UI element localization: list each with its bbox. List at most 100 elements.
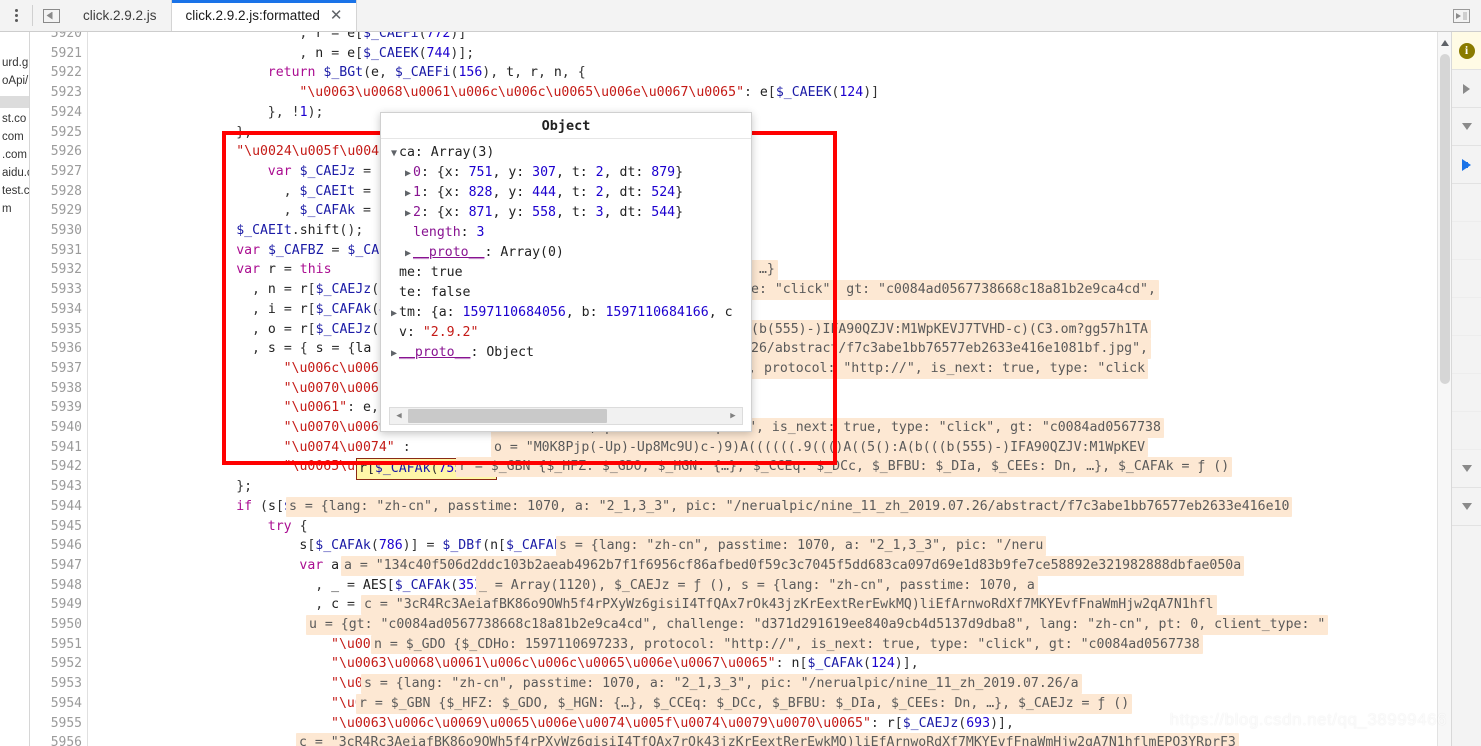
- scroll-up-icon[interactable]: [1441, 40, 1449, 46]
- line-code[interactable]: , s = { s = {la: [252, 339, 371, 359]
- line-code[interactable]: "\u0063\u006c\u0069\u0065\u006e\u0074\u0…: [331, 714, 1014, 734]
- line-number[interactable]: 5936: [30, 339, 82, 359]
- code-line[interactable]: 5947var a = r[$_CAFAk(704)]()a = "134c40…: [30, 555, 1451, 576]
- property-row[interactable]: 0: {x: 751, y: 307, t: 2, dt: 879}: [389, 163, 751, 183]
- line-number[interactable]: 5930: [30, 221, 82, 241]
- close-icon[interactable]: ✕: [330, 8, 343, 23]
- sidebar-item-collapse-2[interactable]: [1452, 488, 1481, 526]
- line-number[interactable]: 5947: [30, 556, 82, 576]
- more-options-kebab-icon[interactable]: [0, 0, 32, 31]
- sidebar-item-step-into[interactable]: [1452, 108, 1481, 146]
- line-code[interactable]: "\u0061": e, (: [284, 398, 395, 418]
- sidebar-item-domain[interactable]: test.c: [2, 182, 29, 200]
- code-line[interactable]: 5941 "\u0074\u0074" :o = "M0K8Pjp(-Up)-Up…: [30, 437, 1451, 458]
- line-number[interactable]: 5939: [30, 398, 82, 418]
- sidebar-item-domain[interactable]: com: [2, 128, 29, 146]
- tab-click-2-9-2-js[interactable]: click.2.9.2.js: [69, 0, 171, 31]
- sidebar-item-domain[interactable]: .com: [2, 146, 29, 164]
- popover-horizontal-scrollbar[interactable]: ◀ ▶: [389, 407, 743, 425]
- code-line[interactable]: 5952 "\u0063\u0068\u0061\u006c\u006c\u006…: [30, 654, 1451, 674]
- line-number[interactable]: 5928: [30, 182, 82, 202]
- line-code[interactable]: var $_CAFBZ = $_CAE: [236, 241, 387, 261]
- line-code[interactable]: "\u0074\u0074" :: [284, 438, 411, 458]
- scrollbar-track[interactable]: [408, 409, 724, 423]
- sidebar-item-domain[interactable]: aidu.c: [2, 164, 29, 182]
- chevron-right-icon[interactable]: [403, 244, 413, 264]
- line-number[interactable]: 5952: [30, 654, 82, 674]
- chevron-right-icon[interactable]: [389, 344, 399, 364]
- property-row[interactable]: te: false: [389, 283, 751, 303]
- property-row[interactable]: ca: Array(3): [389, 143, 751, 163]
- line-number[interactable]: 5935: [30, 320, 82, 340]
- chevron-right-icon[interactable]: [403, 204, 413, 224]
- sidebar-item-domain[interactable]: m: [2, 200, 29, 218]
- chevron-right-icon[interactable]: [403, 184, 413, 204]
- line-number[interactable]: 5929: [30, 201, 82, 221]
- line-number[interactable]: 5922: [30, 63, 82, 83]
- property-row[interactable]: __proto__: Array(0): [389, 243, 751, 263]
- line-number[interactable]: 5943: [30, 477, 82, 497]
- line-number[interactable]: 5921: [30, 44, 82, 64]
- sidebar-item-step-over[interactable]: [1452, 70, 1481, 108]
- chevron-right-icon[interactable]: [389, 304, 399, 324]
- code-line[interactable]: 5946s[$_CAFAk(786)] = $_DBf(n[$_CAFAk(17…: [30, 536, 1451, 556]
- line-code[interactable]: var r = this: [236, 260, 331, 280]
- property-row[interactable]: __proto__: Object: [389, 343, 751, 363]
- code-line[interactable]: 5923 "\u0063\u0068\u0061\u006c\u006c\u006…: [30, 83, 1451, 103]
- code-line[interactable]: 5943};: [30, 477, 1451, 497]
- property-row[interactable]: 2: {x: 871, y: 558, t: 3, dt: 544}: [389, 203, 751, 223]
- code-line[interactable]: 5951"\u0067\u0074": n[$_CAFAk(174)],n = …: [30, 634, 1451, 655]
- code-line[interactable]: 5948, _ = AES[$_CAFAk(353)](gjson[$_CAEJ…: [30, 575, 1451, 596]
- property-row[interactable]: v: "2.9.2": [389, 323, 751, 343]
- line-number[interactable]: 5953: [30, 674, 82, 694]
- code-line[interactable]: 5942"\u0065\u0070":r[$_CAFAk(755)]()r = …: [30, 457, 1451, 481]
- line-number[interactable]: 5933: [30, 280, 82, 300]
- line-number[interactable]: 5942: [30, 457, 82, 477]
- tab-click-2-9-2-js-formatted[interactable]: click.2.9.2.js:formatted ✕: [170, 0, 358, 31]
- line-code[interactable]: , n = e[$_CAEEK(744)];: [299, 44, 474, 64]
- code-line[interactable]: 5950, u = {u = {gt: "c0084ad0567738668c1…: [30, 615, 1451, 635]
- line-number[interactable]: 5949: [30, 595, 82, 615]
- line-number[interactable]: 5940: [30, 418, 82, 438]
- code-line[interactable]: 5920 , r = e[$_CAEFi(772)]: [30, 32, 1451, 44]
- line-number[interactable]: 5944: [30, 497, 82, 517]
- property-row[interactable]: length: 3: [389, 223, 751, 243]
- code-line[interactable]: 5954"\u0070\u0074": r[$_CAEJz(660)],r = …: [30, 693, 1451, 714]
- line-code[interactable]: "\u0063\u0068\u0061\u006c\u006c\u0065\u0…: [299, 83, 879, 103]
- line-code[interactable]: }, !1);: [268, 103, 324, 123]
- line-number[interactable]: 5923: [30, 83, 82, 103]
- scroll-right-icon[interactable]: ▶: [724, 411, 742, 421]
- line-number[interactable]: 5945: [30, 517, 82, 537]
- line-number[interactable]: 5937: [30, 359, 82, 379]
- code-line[interactable]: 5955 "\u0063\u006c\u0069\u0065\u006e\u007…: [30, 714, 1451, 734]
- scrollbar-thumb[interactable]: [1440, 54, 1450, 384]
- object-inspector-popover[interactable]: Object ca: Array(3)0: {x: 751, y: 307, t…: [380, 112, 752, 432]
- chevron-right-icon[interactable]: [403, 164, 413, 184]
- debugger-panel-toggle-icon[interactable]: [1441, 8, 1481, 23]
- line-number[interactable]: 5954: [30, 694, 82, 714]
- code-line[interactable]: 5922 return $_BGt(e, $_CAEFi(156), t, r, …: [30, 63, 1451, 83]
- sidebar-item-domain[interactable]: st.co: [2, 110, 29, 128]
- line-number[interactable]: 5934: [30, 300, 82, 320]
- line-code[interactable]: , i = r[$_CAFAk(4: [252, 300, 387, 320]
- line-number[interactable]: 5948: [30, 576, 82, 596]
- line-code[interactable]: "\u0063\u0068\u0061\u006c\u006c\u0065\u0…: [331, 654, 919, 674]
- line-number[interactable]: 5950: [30, 615, 82, 635]
- line-code[interactable]: };: [236, 477, 252, 497]
- sidebar-item-warning-info[interactable]: i: [1452, 32, 1481, 70]
- line-number[interactable]: 5927: [30, 162, 82, 182]
- sidebar-item-resume[interactable]: [1452, 146, 1481, 184]
- line-code[interactable]: },: [236, 123, 252, 143]
- line-code[interactable]: return $_BGt(e, $_CAEFi(156), t, r, n, {: [268, 63, 586, 83]
- code-line[interactable]: 5921 , n = e[$_CAEEK(744)];: [30, 44, 1451, 64]
- debugger-sidebar-rail[interactable]: i: [1451, 32, 1481, 746]
- scrollbar-thumb[interactable]: [408, 409, 608, 423]
- code-line[interactable]: 5956"\u0077": c + ac = "3cR4Rc3AeiafBK86…: [30, 733, 1451, 746]
- property-row[interactable]: me: true: [389, 263, 751, 283]
- line-number[interactable]: 5956: [30, 733, 82, 746]
- line-code[interactable]: $_CAEIt.shift();: [236, 221, 363, 241]
- property-row[interactable]: 1: {x: 828, y: 444, t: 2, dt: 524}: [389, 183, 751, 203]
- line-code[interactable]: , o = r[$_CAEJz(6: [252, 320, 387, 340]
- line-code[interactable]: try {: [268, 517, 308, 537]
- line-number[interactable]: 5932: [30, 260, 82, 280]
